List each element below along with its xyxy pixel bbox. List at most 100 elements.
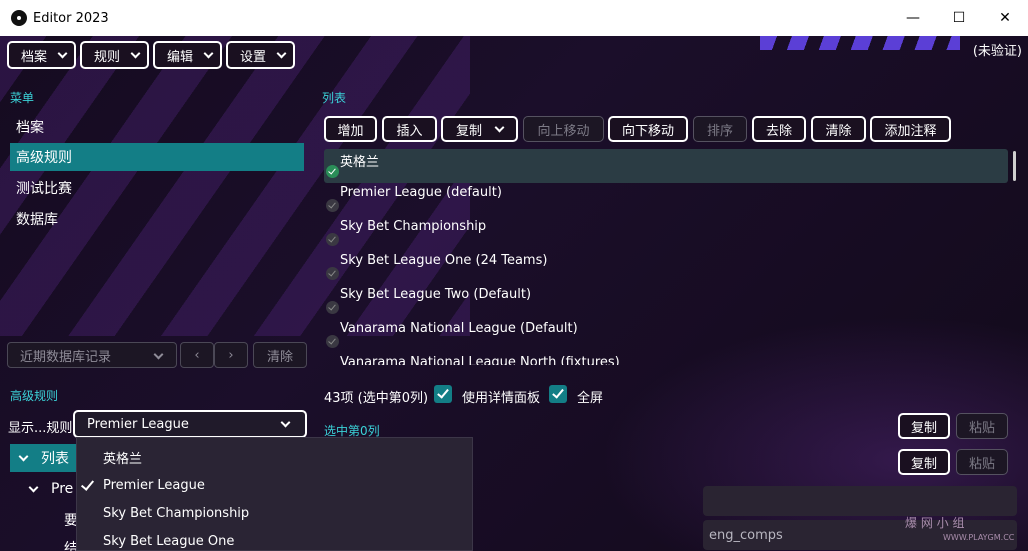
menu-file[interactable]: 档案: [7, 41, 77, 69]
list-item[interactable]: 英格兰: [324, 149, 1008, 183]
list-item-label: Vanarama National League North (fixtures…: [340, 355, 620, 365]
show-rules-label: 显示...规则: [8, 421, 73, 436]
use-details-checkbox[interactable]: [434, 385, 452, 403]
minimize-button[interactable]: —: [890, 0, 936, 36]
next-button[interactable]: ›: [214, 342, 248, 368]
tree-item-label: 列表: [41, 451, 69, 467]
watermark-logo: 爆 网 小 组 WWW.PLAYGM.CC: [905, 514, 1014, 542]
copy-label: 复制: [455, 123, 482, 139]
dropdown-option-selected[interactable]: Premier League: [77, 471, 472, 499]
dropdown-option[interactable]: Sky Bet Championship: [77, 499, 472, 527]
chevron-down-icon: [276, 48, 287, 58]
chevron-down-icon: [153, 349, 164, 360]
list-count: 43项 (选中第0列): [324, 391, 429, 406]
check-icon: [326, 233, 339, 246]
dropdown-option[interactable]: Sky Bet League One: [77, 527, 472, 551]
use-details-label: 使用详情面板: [462, 391, 541, 406]
list-item-label: Premier League (default): [340, 185, 502, 200]
menu-edit-label: 编辑: [167, 49, 194, 65]
advanced-rules-label: 高级规则: [10, 389, 59, 403]
chevron-down-icon: [494, 122, 505, 132]
check-icon: [326, 267, 339, 280]
background-stripes-accent: [760, 36, 960, 50]
check-icon: [326, 199, 339, 212]
sidebar-item-test-match[interactable]: 测试比赛: [10, 174, 304, 202]
tree-item[interactable]: Pre: [20, 475, 73, 503]
fullscreen-label: 全屏: [577, 391, 604, 406]
paste-button-2[interactable]: 粘贴: [956, 449, 1008, 475]
title-bar: Editor 2023 — ☐ ✕: [0, 0, 1028, 36]
rules-dropdown: 英格兰 Premier League Sky Bet Championship …: [76, 437, 473, 551]
menu-file-label: 档案: [21, 49, 48, 65]
sort-button[interactable]: 排序: [693, 116, 747, 142]
chevron-down-icon: [18, 451, 29, 461]
move-up-button[interactable]: 向上移动: [523, 116, 604, 142]
competition-list: 英格兰 Premier League (default) Sky Bet Cha…: [324, 149, 1008, 365]
paste-button[interactable]: 粘贴: [956, 413, 1008, 439]
dropdown-option-label: 英格兰: [103, 451, 143, 467]
check-icon: [326, 335, 339, 348]
check-icon: [326, 165, 339, 178]
copy-button-2[interactable]: 复制: [898, 449, 950, 475]
close-button[interactable]: ✕: [982, 0, 1028, 36]
move-down-button[interactable]: 向下移动: [608, 116, 688, 142]
insert-button[interactable]: 插入: [382, 116, 437, 142]
recent-db-placeholder: 近期数据库记录: [20, 349, 112, 365]
watermark-sub: WWW.PLAYGM.CC: [943, 533, 1015, 542]
list-item-label: 英格兰: [340, 155, 380, 170]
clear-recent-button[interactable]: 清除: [253, 342, 307, 368]
menu-edit[interactable]: 编辑: [153, 41, 223, 69]
chevron-down-icon: [28, 482, 39, 492]
check-icon: [326, 301, 339, 314]
app-icon: [11, 10, 27, 26]
list-item[interactable]: Sky Bet League Two (Default): [324, 285, 1008, 319]
sidebar-menu-label: 菜单: [10, 91, 35, 105]
add-button[interactable]: 增加: [324, 116, 377, 142]
maximize-button[interactable]: ☐: [936, 0, 982, 36]
menu-rules[interactable]: 规则: [80, 41, 150, 69]
list-item-label: Sky Bet Championship: [340, 219, 487, 234]
unverified-status: (未验证): [972, 44, 1022, 59]
dropdown-option-label: Sky Bet League One: [103, 533, 235, 549]
clear-button[interactable]: 清除: [811, 116, 866, 142]
copy-dropdown-button[interactable]: 复制: [441, 116, 518, 142]
recent-db-select[interactable]: 近期数据库记录: [7, 342, 177, 368]
list-item-label: Sky Bet League Two (Default): [340, 287, 532, 302]
dropdown-option[interactable]: 英格兰: [77, 443, 472, 471]
list-item[interactable]: Premier League (default): [324, 183, 1008, 217]
list-panel-label: 列表: [322, 91, 347, 105]
chevron-down-icon: [57, 48, 68, 58]
list-item[interactable]: Sky Bet Championship: [324, 217, 1008, 251]
menu-bar: 档案 规则 编辑 设置: [7, 41, 296, 69]
copy-button[interactable]: 复制: [898, 413, 950, 439]
text-field-empty[interactable]: [703, 486, 1017, 516]
chevron-down-icon: [203, 48, 214, 58]
rules-select-value: Premier League: [87, 416, 189, 432]
list-item[interactable]: Vanarama National League North (fixtures…: [324, 353, 1008, 365]
main-area: 档案 规则 编辑 设置 (未验证) 菜单 档案 高级规则 测试比赛 数据库 近期…: [0, 36, 1028, 551]
window-title: Editor 2023: [33, 10, 109, 26]
tree-item-label: Pre: [51, 481, 74, 497]
chevron-down-icon: [280, 417, 291, 428]
list-item-label: Vanarama National League (Default): [340, 321, 578, 336]
prev-button[interactable]: ‹: [180, 342, 214, 368]
dropdown-option-label: Sky Bet Championship: [103, 505, 250, 521]
remove-button[interactable]: 去除: [752, 116, 806, 142]
menu-settings[interactable]: 设置: [226, 41, 296, 69]
sidebar-item-database[interactable]: 数据库: [10, 205, 304, 233]
watermark-text: 爆 网 小 组: [905, 516, 965, 530]
list-scrollbar[interactable]: [1013, 151, 1016, 181]
list-item-label: Sky Bet League One (24 Teams): [340, 253, 548, 268]
list-item[interactable]: Vanarama National League (Default): [324, 319, 1008, 353]
sidebar-item-file[interactable]: 档案: [10, 113, 304, 141]
chevron-down-icon: [130, 48, 141, 58]
menu-settings-label: 设置: [240, 49, 267, 65]
list-item[interactable]: Sky Bet League One (24 Teams): [324, 251, 1008, 285]
sidebar-item-advanced-rules[interactable]: 高级规则: [10, 143, 304, 171]
add-note-button[interactable]: 添加注释: [870, 116, 951, 142]
check-icon: [80, 477, 95, 491]
fullscreen-checkbox[interactable]: [549, 385, 567, 403]
rules-select[interactable]: Premier League: [73, 410, 307, 438]
menu-rules-label: 规则: [94, 49, 121, 65]
dropdown-option-label: Premier League: [103, 477, 205, 493]
